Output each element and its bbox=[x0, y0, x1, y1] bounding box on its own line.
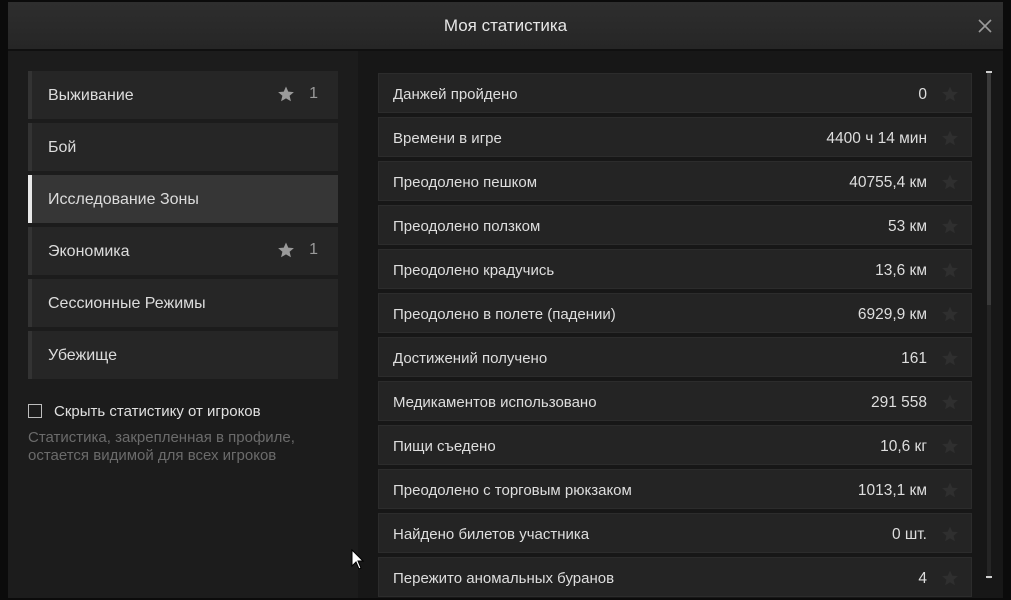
stat-name: Найдено билетов участника bbox=[393, 526, 590, 543]
stat-value: 1013,1 км bbox=[857, 482, 927, 499]
pin-star-icon[interactable] bbox=[941, 393, 959, 416]
category-label: Выживание bbox=[48, 87, 134, 104]
stat-name: Пережито аномальных буранов bbox=[393, 570, 615, 587]
stat-name: Времени в игре bbox=[393, 130, 502, 147]
category-panel: Выживание 1 Бой Исследование Зоны Эконом… bbox=[8, 51, 358, 598]
scrollbar[interactable] bbox=[987, 73, 991, 579]
category-survival[interactable]: Выживание 1 bbox=[28, 71, 338, 119]
scroll-cap-bottom bbox=[986, 576, 992, 578]
stat-row: Преодолено с торговым рюкзаком 1013,1 км bbox=[378, 469, 972, 509]
stat-name: Медикаментов использовано bbox=[393, 394, 597, 411]
stat-name: Преодолено с торговым рюкзаком bbox=[393, 482, 632, 499]
stat-row: Времени в игре 4400 ч 14 мин bbox=[378, 117, 972, 157]
pin-star-icon[interactable] bbox=[941, 85, 959, 108]
star-icon bbox=[278, 242, 294, 258]
stat-name: Преодолено пешком bbox=[393, 174, 538, 191]
stat-value: 291 558 bbox=[870, 394, 927, 411]
pin-star-icon[interactable] bbox=[941, 305, 959, 328]
category-economy[interactable]: Экономика 1 bbox=[28, 227, 338, 275]
category-shelter[interactable]: Убежище bbox=[28, 331, 338, 379]
stat-name: Преодолено ползком bbox=[393, 218, 541, 235]
category-label: Убежище bbox=[48, 347, 118, 364]
stat-value: 13,6 км bbox=[875, 262, 927, 279]
stats-list: Данжей пройдено 0 Времени в игре 4400 ч 14 … bbox=[358, 51, 1003, 598]
privacy-hint: Статистика, закрепленная в профиле, оста… bbox=[28, 429, 348, 465]
stat-row: Данжей пройдено 0 bbox=[378, 73, 972, 113]
stat-row: Найдено билетов участника 0 шт. bbox=[378, 513, 972, 553]
stat-value: 4 bbox=[918, 570, 927, 587]
stat-row: Пищи съедено 10,6 кг bbox=[378, 425, 972, 465]
pin-star-icon[interactable] bbox=[941, 349, 959, 372]
stat-value: 0 bbox=[918, 86, 927, 103]
stat-value: 10,6 кг bbox=[880, 438, 927, 455]
stats-dialog: Моя статистика Выживание 1 Бой Исследова… bbox=[8, 2, 1003, 598]
stat-value: 0 шт. bbox=[891, 526, 927, 543]
dialog-header: Моя статистика bbox=[8, 2, 1003, 51]
scrollbar-thumb[interactable] bbox=[987, 73, 991, 305]
stat-row: Преодолено пешком 40755,4 км bbox=[378, 161, 972, 201]
pinned-count: 1 bbox=[309, 85, 318, 102]
hint-line: остается видимой для всех игроков bbox=[28, 447, 277, 464]
stat-name: Пищи съедено bbox=[393, 438, 496, 455]
stat-row: Преодолено ползком 53 км bbox=[378, 205, 972, 245]
hide-stats-option[interactable]: Скрыть статистику от игроков bbox=[28, 403, 348, 425]
stat-value: 4400 ч 14 мин bbox=[826, 130, 927, 147]
stat-name: Преодолено крадучись bbox=[393, 262, 555, 279]
stat-value: 53 км bbox=[888, 218, 927, 235]
pinned-count: 1 bbox=[309, 241, 318, 258]
category-zone-exploration[interactable]: Исследование Зоны bbox=[28, 175, 338, 223]
pin-star-icon[interactable] bbox=[941, 129, 959, 152]
pin-star-icon[interactable] bbox=[941, 217, 959, 240]
hint-line: Статистика, закрепленная в профиле, bbox=[28, 429, 295, 446]
stat-name: Данжей пройдено bbox=[393, 86, 518, 103]
category-label: Экономика bbox=[48, 243, 130, 260]
stat-value: 6929,9 км bbox=[857, 306, 927, 323]
pin-star-icon[interactable] bbox=[941, 261, 959, 284]
stat-row: Преодолено крадучись 13,6 км bbox=[378, 249, 972, 289]
stat-value: 161 bbox=[901, 350, 927, 367]
category-combat[interactable]: Бой bbox=[28, 123, 338, 171]
stat-name: Преодолено в полете (падении) bbox=[393, 306, 616, 323]
dialog-title: Моя статистика bbox=[443, 16, 568, 35]
pin-star-icon[interactable] bbox=[941, 481, 959, 504]
stat-row: Пережито аномальных буранов 4 bbox=[378, 557, 972, 597]
stat-row: Достижений получено 161 bbox=[378, 337, 972, 377]
mouse-cursor-icon bbox=[351, 549, 365, 570]
pin-star-icon[interactable] bbox=[941, 173, 959, 196]
stat-name: Достижений получено bbox=[393, 350, 548, 367]
category-label: Исследование Зоны bbox=[48, 191, 199, 208]
close-button[interactable] bbox=[971, 12, 999, 40]
pin-star-icon[interactable] bbox=[941, 569, 959, 592]
star-icon bbox=[278, 86, 294, 102]
close-icon bbox=[978, 19, 992, 33]
category-session-modes[interactable]: Сессионные Режимы bbox=[28, 279, 338, 327]
stat-value: 40755,4 км bbox=[849, 174, 927, 191]
pin-star-icon[interactable] bbox=[941, 437, 959, 460]
category-label: Бой bbox=[48, 139, 77, 156]
hide-stats-label: Скрыть статистику от игроков bbox=[54, 403, 261, 420]
pin-star-icon[interactable] bbox=[941, 525, 959, 548]
hide-stats-checkbox[interactable] bbox=[28, 404, 42, 418]
stat-row: Преодолено в полете (падении) 6929,9 км bbox=[378, 293, 972, 333]
category-label: Сессионные Режимы bbox=[48, 295, 206, 312]
stat-row: Медикаментов использовано 291 558 bbox=[378, 381, 972, 421]
